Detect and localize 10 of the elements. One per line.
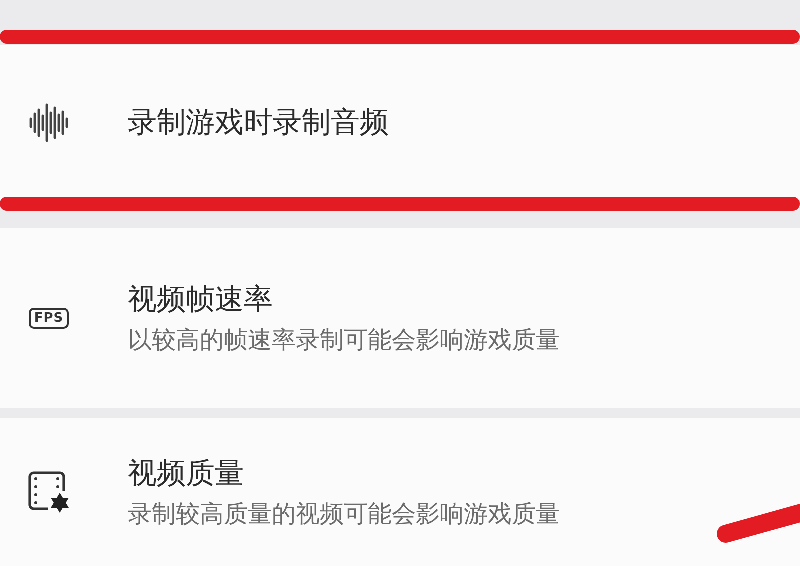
fps-icon: FPS [29,308,69,328]
setting-row[interactable]: 录制游戏时录制音频 [0,45,800,200]
video-settings-icon [26,469,72,515]
setting-title: 视频质量 [128,455,245,492]
setting-description: 以较高的帧速率录制可能会影响游戏质量 [128,325,560,356]
setting-description: 录制较高质量的视频可能会影响游戏质量 [128,499,560,530]
setting-title: 视频帧速率 [128,281,274,318]
setting-row[interactable]: 视频质量 录制较高质量的视频可能会影响游戏质量 [0,418,800,566]
setting-row[interactable]: FPS 视频帧速率 以较高的帧速率录制可能会影响游戏质量 [0,228,800,408]
setting-title: 录制游戏时录制音频 [128,104,389,140]
